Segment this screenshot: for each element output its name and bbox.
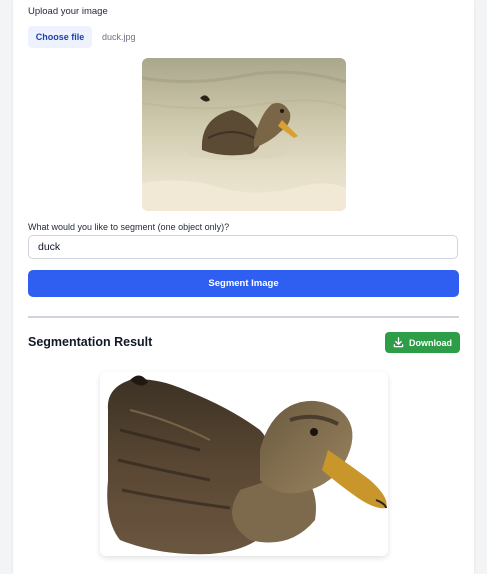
file-name: duck.jpg: [102, 32, 136, 42]
segmented-duck-image: [100, 370, 390, 562]
download-button[interactable]: Download: [385, 332, 460, 353]
download-icon: [393, 337, 404, 348]
segmented-duck-graphic: [107, 375, 387, 555]
section-divider: [28, 316, 459, 318]
segment-prompt-label: What would you like to segment (one obje…: [28, 222, 230, 232]
segment-image-button[interactable]: Segment Image: [28, 270, 459, 297]
download-label: Download: [409, 337, 452, 348]
duck-photo: [142, 58, 346, 211]
uploaded-image-preview: [142, 58, 346, 211]
upload-label: Upload your image: [28, 6, 108, 17]
segment-prompt-input[interactable]: [28, 235, 458, 259]
choose-file-button[interactable]: Choose file: [28, 26, 92, 48]
result-title: Segmentation Result: [28, 335, 153, 349]
